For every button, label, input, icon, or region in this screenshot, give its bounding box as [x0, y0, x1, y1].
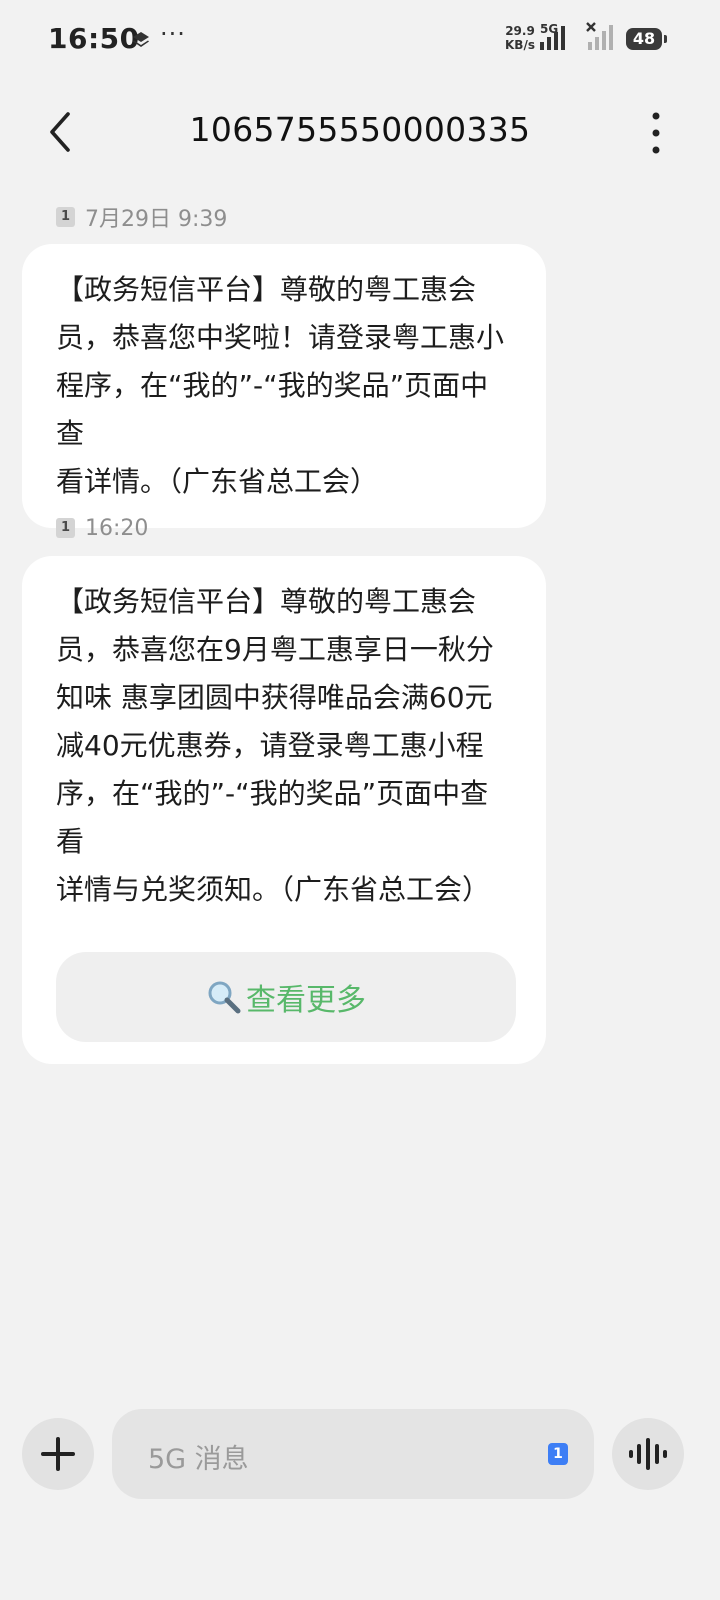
signal-strength-icon	[540, 26, 565, 50]
no-signal-icon	[586, 22, 613, 50]
network-speed: 29.9 KB/s	[504, 24, 536, 52]
message-time-label: 7月29日 9:39	[85, 207, 228, 232]
battery-indicator: 48	[626, 28, 667, 50]
message-timestamp: 1 16:20	[56, 513, 148, 543]
conversation-title: 1065755550000335	[189, 110, 531, 149]
sim-card-icon: 1	[56, 207, 75, 227]
plus-icon	[41, 1437, 75, 1471]
voice-waveform-icon	[629, 1438, 667, 1470]
layers-icon	[133, 32, 149, 47]
message-input-placeholder: 5G 消息	[148, 1444, 249, 1475]
sim-select-icon[interactable]: 1	[548, 1443, 568, 1465]
message-input[interactable]: 5G 消息 1	[112, 1409, 594, 1499]
view-more-button[interactable]: 查看更多	[56, 952, 516, 1042]
message-timestamp: 1 7月29日 9:39	[56, 202, 227, 232]
add-attachment-button[interactable]	[22, 1418, 94, 1490]
sim-card-icon: 1	[56, 518, 75, 538]
status-bar: 16:50 ··· 29.9 KB/s 5G 48	[0, 0, 720, 80]
back-button[interactable]	[40, 110, 84, 154]
message-time-label: 16:20	[85, 515, 149, 541]
message-bubble[interactable]: 【政务短信平台】尊敬的粤工惠会 员，恭喜您在9月粤工惠享日一秋分 知味 惠享团圆…	[22, 556, 546, 1064]
network-speed-value: 29.9	[505, 24, 535, 38]
conversation-header: 1065755550000335	[0, 88, 720, 178]
more-options-button[interactable]	[640, 108, 672, 158]
network-speed-unit: KB/s	[505, 38, 535, 52]
notification-more-icon: ···	[160, 20, 186, 48]
voice-input-button[interactable]	[612, 1418, 684, 1490]
message-text: 【政务短信平台】尊敬的粤工惠会 员，恭喜您在9月粤工惠享日一秋分 知味 惠享团圆…	[56, 585, 494, 906]
message-text: 【政务短信平台】尊敬的粤工惠会 员，恭喜您中奖啦！请登录粤工惠小 程序，在“我的…	[56, 273, 505, 498]
view-more-label: 查看更多	[246, 983, 366, 1018]
message-bubble[interactable]: 【政务短信平台】尊敬的粤工惠会 员，恭喜您中奖啦！请登录粤工惠小 程序，在“我的…	[22, 244, 546, 528]
status-time: 16:50	[48, 22, 140, 55]
search-icon	[206, 979, 242, 1015]
